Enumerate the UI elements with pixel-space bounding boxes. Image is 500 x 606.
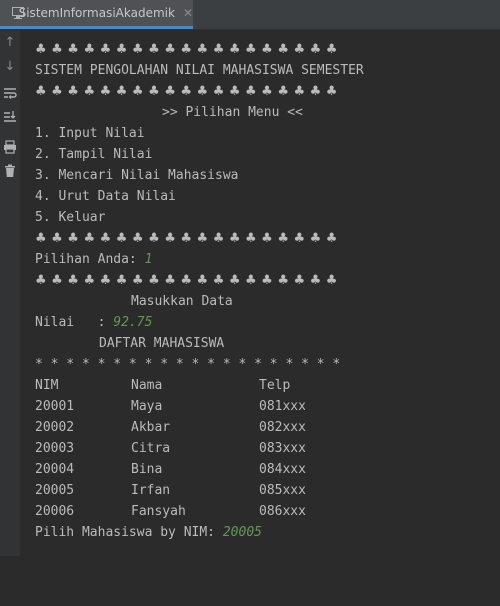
cell-nama: Akbar <box>131 420 171 435</box>
cell-nim: 20006 <box>35 504 75 519</box>
list-title: DAFTAR MAHASISWA <box>99 336 225 351</box>
cell-nim: 20005 <box>35 483 75 498</box>
table-row: 20001 Maya 081xxx <box>35 396 435 417</box>
tab-title: SistemInformasiAkademik <box>18 6 175 20</box>
table-row: 20003 Citra 083xxx <box>35 438 435 459</box>
arrow-up-icon[interactable]: ↑ <box>2 35 18 51</box>
nilai-line: Nilai : 92.75 <box>35 312 152 333</box>
column-header-telp: Telp <box>259 378 291 393</box>
table-row: 20002 Akbar 082xxx <box>35 417 435 438</box>
separator-line: ♣♣♣♣♣♣♣♣♣♣♣♣♣♣♣♣♣♣♣ <box>35 273 342 288</box>
star-divider: * * * * * * * * * * * * * * * * * * * * <box>35 357 341 372</box>
menu-item: 2. Tampil Nilai <box>35 147 153 162</box>
cell-nim: 20002 <box>35 420 75 435</box>
table-row: 20004 Bina 084xxx <box>35 459 435 480</box>
separator-line: ♣♣♣♣♣♣♣♣♣♣♣♣♣♣♣♣♣♣♣ <box>35 84 342 99</box>
column-header-nama: Nama <box>131 378 163 393</box>
choice-line: Pilihan Anda: 1 <box>35 249 152 270</box>
choice-input-value: 1 <box>144 252 153 267</box>
input-header: Masukkan Data <box>131 294 233 309</box>
cell-nama: Maya <box>131 399 163 414</box>
console-toolbar: ↑ ↓ <box>0 30 20 556</box>
cell-telp: 082xxx <box>259 420 306 435</box>
cell-nim: 20003 <box>35 441 75 456</box>
editor-tab-bar: SistemInformasiAkademik ✕ <box>0 0 500 30</box>
menu-item: 1. Input Nilai <box>35 126 145 141</box>
soft-wrap-icon[interactable] <box>2 86 18 102</box>
menu-item: 5. Keluar <box>35 210 106 225</box>
nilai-prompt: Nilai : <box>35 315 114 330</box>
cell-telp: 085xxx <box>259 483 306 498</box>
nilai-input-value: 92.75 <box>113 315 153 330</box>
cell-nim: 20004 <box>35 462 75 477</box>
separator-line: ♣♣♣♣♣♣♣♣♣♣♣♣♣♣♣♣♣♣♣ <box>35 231 342 246</box>
menu-title: >> Pilihan Menu << <box>162 105 303 120</box>
cell-telp: 086xxx <box>259 504 306 519</box>
trash-icon[interactable] <box>2 164 18 180</box>
cell-nama: Citra <box>131 441 171 456</box>
cell-telp: 084xxx <box>259 462 306 477</box>
print-icon[interactable] <box>2 140 18 156</box>
table-header-row: NIM Nama Telp <box>35 375 435 396</box>
cell-nim: 20001 <box>35 399 75 414</box>
table-row: 20005 Irfan 085xxx <box>35 480 435 501</box>
select-input-value: 20005 <box>222 525 262 540</box>
select-prompt: Pilih Mahasiswa by NIM: <box>35 525 223 540</box>
cell-nama: Irfan <box>131 483 171 498</box>
choice-prompt: Pilihan Anda: <box>35 252 145 267</box>
tab-run-console[interactable]: SistemInformasiAkademik ✕ <box>0 0 193 29</box>
select-line: Pilih Mahasiswa by NIM: 20005 <box>35 522 262 543</box>
scroll-to-end-icon[interactable] <box>2 110 18 126</box>
table-row: 20006 Fansyah 086xxx <box>35 501 435 522</box>
console-icon <box>11 6 24 20</box>
close-icon[interactable]: ✕ <box>183 6 193 20</box>
cell-telp: 083xxx <box>259 441 306 456</box>
menu-item: 3. Mencari Nilai Mahasiswa <box>35 168 239 183</box>
separator-line: ♣♣♣♣♣♣♣♣♣♣♣♣♣♣♣♣♣♣♣ <box>35 42 342 57</box>
header-title: SISTEM PENGOLAHAN NILAI MAHASISWA SEMEST… <box>35 63 364 78</box>
cell-telp: 081xxx <box>259 399 306 414</box>
arrow-down-icon[interactable]: ↓ <box>2 59 18 75</box>
column-header-nim: NIM <box>35 378 59 393</box>
cell-nama: Bina <box>131 462 163 477</box>
cell-nama: Fansyah <box>131 504 186 519</box>
menu-item: 4. Urut Data Nilai <box>35 189 176 204</box>
